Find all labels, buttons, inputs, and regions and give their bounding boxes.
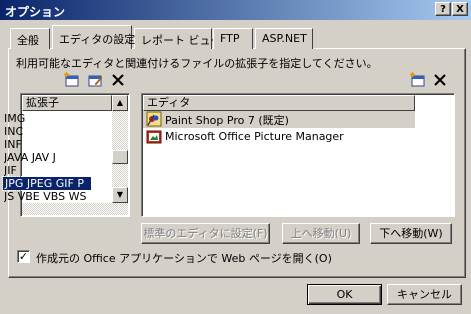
set-default-editor-button[interactable]: 標準のエディタに設定(F) bbox=[141, 223, 270, 244]
ok-button[interactable]: OK bbox=[307, 284, 382, 305]
extension-item[interactable]: IMG bbox=[4, 112, 90, 125]
extension-item[interactable]: JAVA JAV J bbox=[4, 151, 90, 164]
editors-column-header[interactable]: エディタ bbox=[143, 95, 415, 111]
scroll-down-button[interactable]: ▼ bbox=[112, 187, 128, 203]
picture-manager-icon bbox=[146, 130, 162, 144]
tab-editor-settings[interactable]: エディタの設定 bbox=[52, 25, 135, 49]
extension-item-selected[interactable]: JPG JPEG GIF P bbox=[2, 176, 92, 191]
delete-extension-icon[interactable] bbox=[110, 72, 126, 88]
editor-item[interactable]: Paint Shop Pro 7 (既定) bbox=[146, 111, 414, 127]
editor-name: Microsoft Office Picture Manager bbox=[165, 130, 344, 143]
close-button[interactable]: X bbox=[452, 2, 468, 16]
tab-general[interactable]: 全般 bbox=[10, 28, 50, 49]
tab-report-view[interactable]: レポート ビュー bbox=[134, 28, 222, 49]
move-down-button[interactable]: 下へ移動(W) bbox=[370, 223, 452, 244]
scroll-up-button[interactable]: ▲ bbox=[112, 95, 128, 111]
open-in-office-checkbox[interactable]: ✓ bbox=[17, 250, 30, 263]
tab-ftp[interactable]: FTP bbox=[213, 28, 253, 49]
new-extension-icon[interactable] bbox=[64, 72, 80, 88]
extensions-horizontal-scrollbar[interactable] bbox=[22, 203, 128, 215]
description-text: 利用可能なエディタと関連付けるファイルの拡張子を指定してください。 bbox=[16, 57, 378, 70]
extension-item[interactable]: JS VBE VBS WS bbox=[4, 190, 90, 203]
extensions-column-header[interactable]: 拡張子 bbox=[22, 95, 112, 111]
help-button[interactable]: ? bbox=[435, 2, 451, 16]
open-in-office-label[interactable]: 作成元の Office アプリケーションで Web ページを開く(O) bbox=[36, 250, 332, 266]
scroll-thumb[interactable] bbox=[112, 150, 128, 164]
edit-extension-icon[interactable] bbox=[87, 72, 103, 88]
title-bar[interactable]: オプション ? X bbox=[0, 0, 471, 20]
delete-editor-icon[interactable] bbox=[432, 72, 448, 88]
extension-item[interactable]: JIF bbox=[4, 164, 90, 177]
extension-item[interactable]: INF bbox=[4, 138, 90, 151]
window-title: オプション bbox=[5, 5, 66, 19]
editor-item[interactable]: Microsoft Office Picture Manager bbox=[146, 129, 414, 145]
extension-item[interactable]: INC bbox=[4, 125, 90, 138]
new-editor-icon[interactable] bbox=[410, 72, 426, 88]
tab-aspnet[interactable]: ASP.NET bbox=[255, 28, 313, 49]
cancel-button[interactable]: キャンセル bbox=[387, 284, 462, 305]
editor-name: Paint Shop Pro 7 (既定) bbox=[165, 114, 289, 127]
move-up-button[interactable]: 上へ移動(U) bbox=[282, 223, 360, 244]
paint-shop-pro-icon bbox=[146, 111, 162, 127]
